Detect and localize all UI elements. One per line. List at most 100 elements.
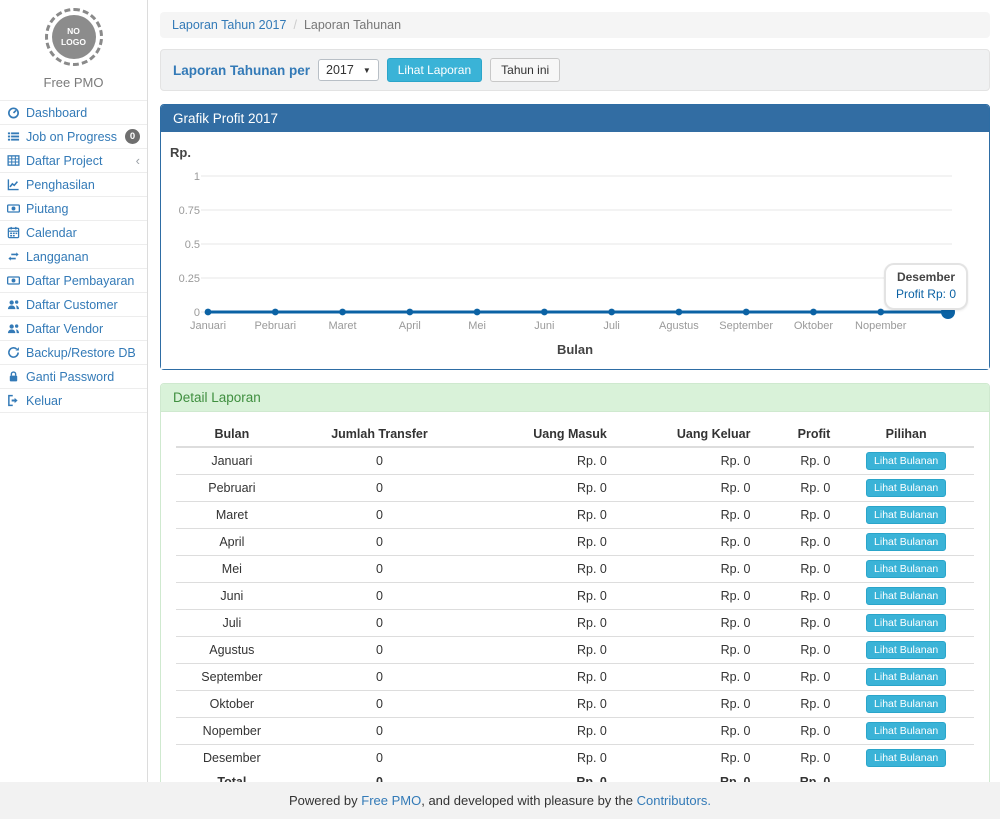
svg-text:September: September [719,320,773,332]
cell-uang-keluar: Rp. 0 [615,637,759,664]
sidebar-item[interactable]: Piutang [0,197,147,221]
sidebar-item-label: Daftar Pembayaran [26,274,134,288]
lihat-bulanan-button[interactable]: Lihat Bulanan [866,641,946,659]
cell-jumlah-transfer: 0 [288,664,472,691]
chart-tooltip: Desember Profit Rp: 0 [884,263,968,310]
cell-profit: Rp. 0 [759,556,839,583]
cell-profit: Rp. 0 [759,583,839,610]
cell-jumlah-transfer: 0 [288,610,472,637]
cell-uang-masuk: Rp. 0 [471,502,615,529]
table-row: Mei 0 Rp. 0 Rp. 0 Rp. 0 Lihat Bulanan [176,556,974,583]
cell-uang-masuk: Rp. 0 [471,745,615,772]
sidebar-item[interactable]: Ganti Password [0,365,147,389]
cell-uang-masuk: Rp. 0 [471,637,615,664]
sidebar-item[interactable]: Dashboard [0,101,147,125]
sidebar-item[interactable]: Daftar Pembayaran [0,269,147,293]
sidebar-item[interactable]: Keluar [0,389,147,413]
lihat-laporan-button[interactable]: Lihat Laporan [387,58,482,82]
breadcrumb-link-laporan-tahun[interactable]: Laporan Tahun 2017 [172,18,286,32]
chevron-left-icon: ‹ [136,154,140,167]
lihat-bulanan-button[interactable]: Lihat Bulanan [866,506,946,524]
profit-line-chart[interactable]: 00.250.50.751Rp.JanuariPebruariMaretApri… [169,140,981,362]
line-chart-icon [7,178,21,192]
sidebar-item-label: Backup/Restore DB [26,346,136,360]
table-row: Nopember 0 Rp. 0 Rp. 0 Rp. 0 Lihat Bulan… [176,718,974,745]
cell-profit: Rp. 0 [759,691,839,718]
sidebar-item[interactable]: Daftar Project ‹ [0,149,147,173]
cell-jumlah-transfer: 0 [288,637,472,664]
year-select[interactable]: 2017 ▼ [318,59,379,81]
svg-text:April: April [399,320,421,332]
svg-text:Oktober: Oktober [794,320,833,332]
dashboard-icon [7,106,21,120]
cell-uang-masuk: Rp. 0 [471,475,615,502]
svg-text:0: 0 [194,307,200,319]
tahun-ini-button[interactable]: Tahun ini [490,58,560,82]
retweet-icon [7,250,21,264]
cell-uang-keluar: Rp. 0 [615,583,759,610]
cell-uang-keluar: Rp. 0 [615,529,759,556]
col-header-keluar: Uang Keluar [615,422,759,447]
sidebar-item[interactable]: Backup/Restore DB [0,341,147,365]
chart-panel-body: 00.250.50.751Rp.JanuariPebruariMaretApri… [161,132,989,369]
cell-jumlah-transfer: 0 [288,556,472,583]
lihat-bulanan-button[interactable]: Lihat Bulanan [866,533,946,551]
lihat-bulanan-button[interactable]: Lihat Bulanan [866,452,946,470]
cell-bulan: Mei [176,556,288,583]
cell-uang-masuk: Rp. 0 [471,583,615,610]
svg-text:Nopember: Nopember [855,320,907,332]
sign-out-icon [7,394,21,408]
cell-bulan: Juni [176,583,288,610]
sidebar-item-label: Daftar Customer [26,298,118,312]
chevron-down-icon: ▼ [363,66,371,75]
sidebar-item[interactable]: Daftar Customer [0,293,147,317]
cell-profit: Rp. 0 [759,664,839,691]
chart-panel-title: Grafik Profit 2017 [161,105,989,132]
lihat-bulanan-button[interactable]: Lihat Bulanan [866,560,946,578]
lihat-bulanan-button[interactable]: Lihat Bulanan [866,749,946,767]
free-pmo-link[interactable]: Free PMO [361,793,421,808]
sidebar-item[interactable]: Daftar Vendor [0,317,147,341]
cell-uang-masuk: Rp. 0 [471,556,615,583]
calendar-icon [7,226,21,240]
cell-jumlah-transfer: 0 [288,583,472,610]
cell-uang-keluar: Rp. 0 [615,556,759,583]
sidebar-item-label: Dashboard [26,106,87,120]
lihat-bulanan-button[interactable]: Lihat Bulanan [866,479,946,497]
cell-bulan: Pebruari [176,475,288,502]
sidebar-item[interactable]: Penghasilan [0,173,147,197]
year-select-value: 2017 [326,63,354,77]
table-row: Oktober 0 Rp. 0 Rp. 0 Rp. 0 Lihat Bulana… [176,691,974,718]
table-row: Juni 0 Rp. 0 Rp. 0 Rp. 0 Lihat Bulanan [176,583,974,610]
cell-bulan: Maret [176,502,288,529]
table-row: Agustus 0 Rp. 0 Rp. 0 Rp. 0 Lihat Bulana… [176,637,974,664]
sidebar-item[interactable]: Job on Progress 0 [0,125,147,149]
cell-uang-masuk: Rp. 0 [471,718,615,745]
svg-text:0.5: 0.5 [185,239,200,251]
cell-jumlah-transfer: 0 [288,691,472,718]
cell-bulan: Juli [176,610,288,637]
cell-uang-keluar: Rp. 0 [615,610,759,637]
lihat-bulanan-button[interactable]: Lihat Bulanan [866,614,946,632]
col-header-bulan: Bulan [176,422,288,447]
contributors-link[interactable]: Contributors. [637,793,711,808]
lihat-bulanan-button[interactable]: Lihat Bulanan [866,668,946,686]
detail-panel-body: Bulan Jumlah Transfer Uang Masuk Uang Ke… [161,412,989,807]
table-row: Desember 0 Rp. 0 Rp. 0 Rp. 0 Lihat Bulan… [176,745,974,772]
sidebar: NO LOGO Free PMO Dashboard Job on Progre… [0,0,148,782]
sidebar-item[interactable]: Calendar [0,221,147,245]
cell-profit: Rp. 0 [759,447,839,475]
cell-jumlah-transfer: 0 [288,718,472,745]
lihat-bulanan-button[interactable]: Lihat Bulanan [866,722,946,740]
sidebar-item-label: Daftar Vendor [26,322,103,336]
table-row: September 0 Rp. 0 Rp. 0 Rp. 0 Lihat Bula… [176,664,974,691]
users-icon [7,322,21,336]
detail-laporan-panel: Detail Laporan Bulan Jumlah Transfer Uan… [160,383,990,808]
cell-jumlah-transfer: 0 [288,529,472,556]
no-logo-badge: NO LOGO [52,15,96,59]
lihat-bulanan-button[interactable]: Lihat Bulanan [866,695,946,713]
lihat-bulanan-button[interactable]: Lihat Bulanan [866,587,946,605]
users-icon [7,298,21,312]
page: NO LOGO Free PMO Dashboard Job on Progre… [0,0,1000,782]
sidebar-item[interactable]: Langganan [0,245,147,269]
